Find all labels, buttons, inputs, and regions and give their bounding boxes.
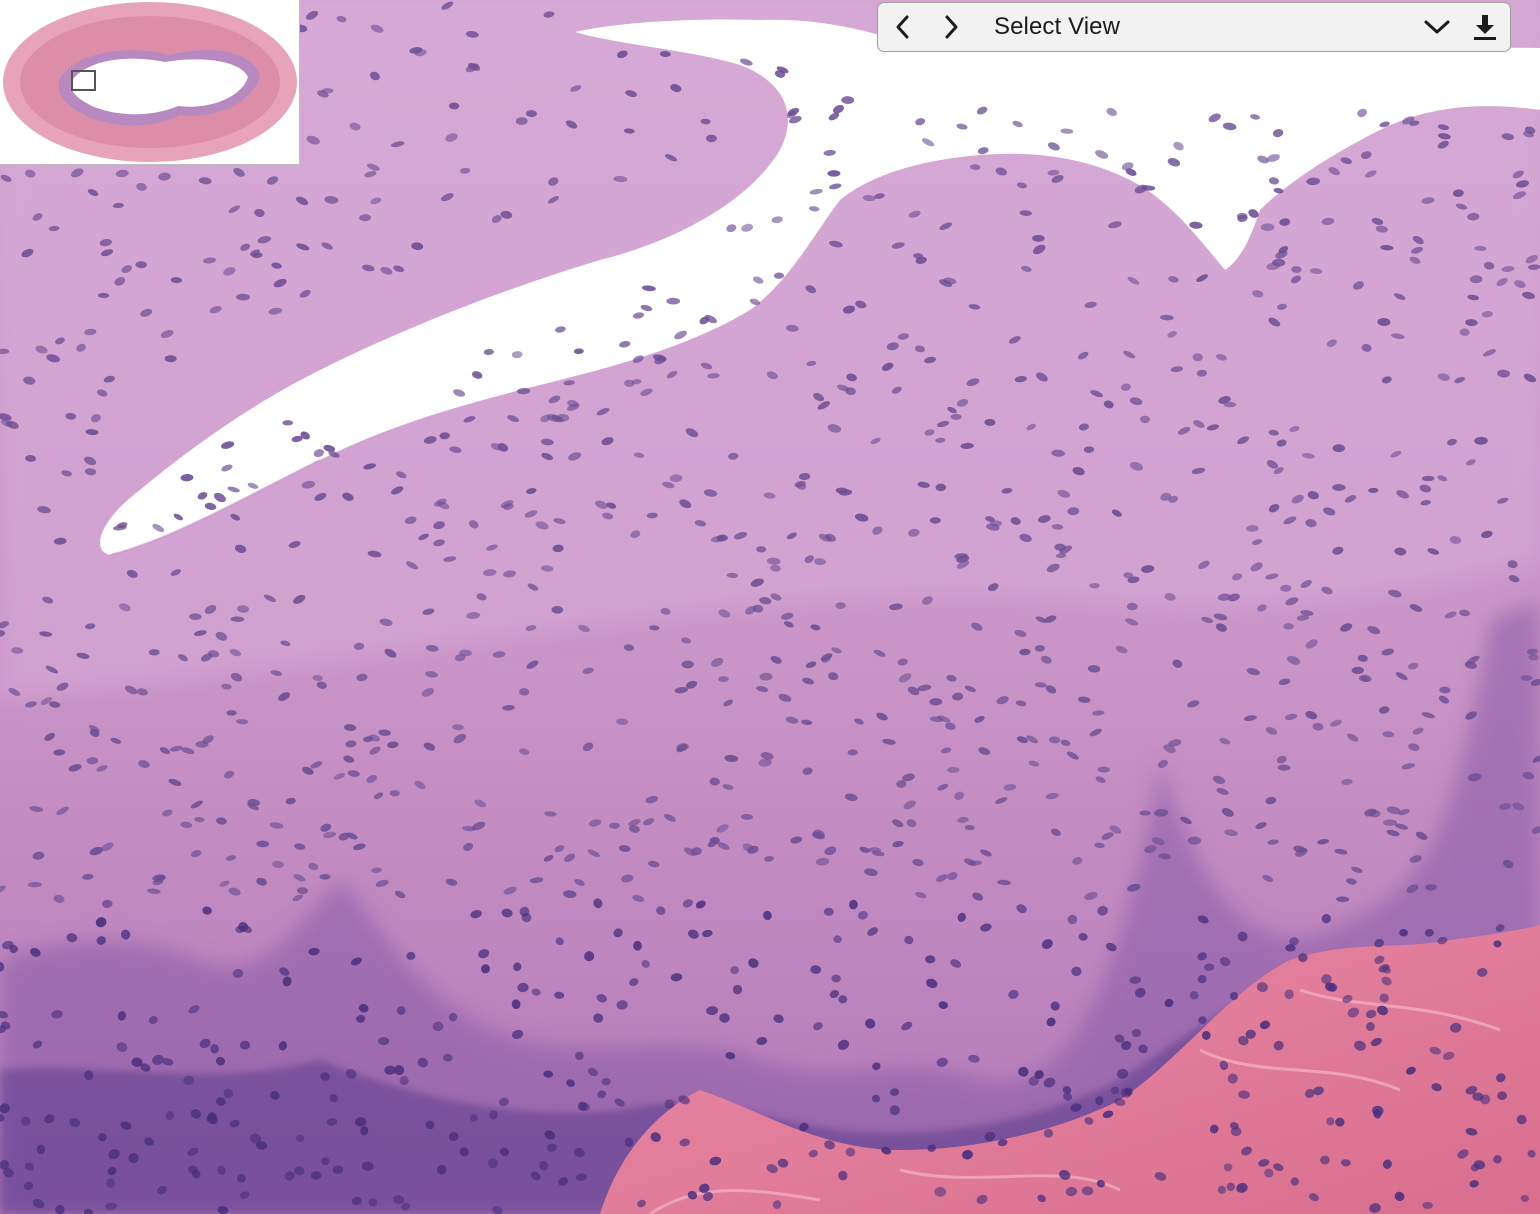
- next-view-button[interactable]: [928, 4, 974, 50]
- select-view-dropdown-button[interactable]: [1414, 4, 1460, 50]
- nucleus: [1497, 1091, 1507, 1101]
- nucleus: [1260, 223, 1275, 231]
- slide-minimap[interactable]: [0, 0, 300, 165]
- minimap-viewport-indicator[interactable]: [71, 70, 96, 91]
- nucleus: [319, 874, 331, 880]
- nucleus: [1383, 819, 1397, 826]
- nucleus: [947, 766, 960, 773]
- histology-slide-image: [0, 0, 1540, 1214]
- nucleus: [1332, 484, 1346, 491]
- minimap-thumbnail: [3, 2, 297, 162]
- nucleus: [929, 698, 943, 706]
- nucleus: [666, 297, 681, 305]
- nucleus: [664, 1099, 675, 1109]
- select-view-label[interactable]: Select View: [994, 13, 1414, 41]
- nucleus: [823, 907, 834, 916]
- nucleus: [1126, 602, 1138, 611]
- chevron-right-icon: [945, 15, 958, 39]
- nucleus: [1332, 444, 1345, 453]
- nucleus: [1223, 401, 1237, 408]
- download-icon: [1474, 15, 1496, 40]
- nucleus: [1528, 653, 1539, 661]
- nucleus: [1285, 944, 1296, 952]
- previous-view-button[interactable]: [880, 4, 926, 50]
- download-button[interactable]: [1462, 4, 1508, 50]
- nucleus: [827, 170, 841, 177]
- nucleus: [226, 710, 237, 716]
- nucleus: [681, 660, 694, 669]
- slide-viewer-canvas[interactable]: [0, 0, 1540, 1214]
- chevron-down-icon: [1424, 20, 1450, 34]
- view-toolbar: Select View: [877, 2, 1511, 52]
- nucleus: [1493, 940, 1502, 948]
- nucleus: [609, 822, 620, 829]
- chevron-left-icon: [896, 15, 909, 39]
- nucleus: [1089, 583, 1100, 589]
